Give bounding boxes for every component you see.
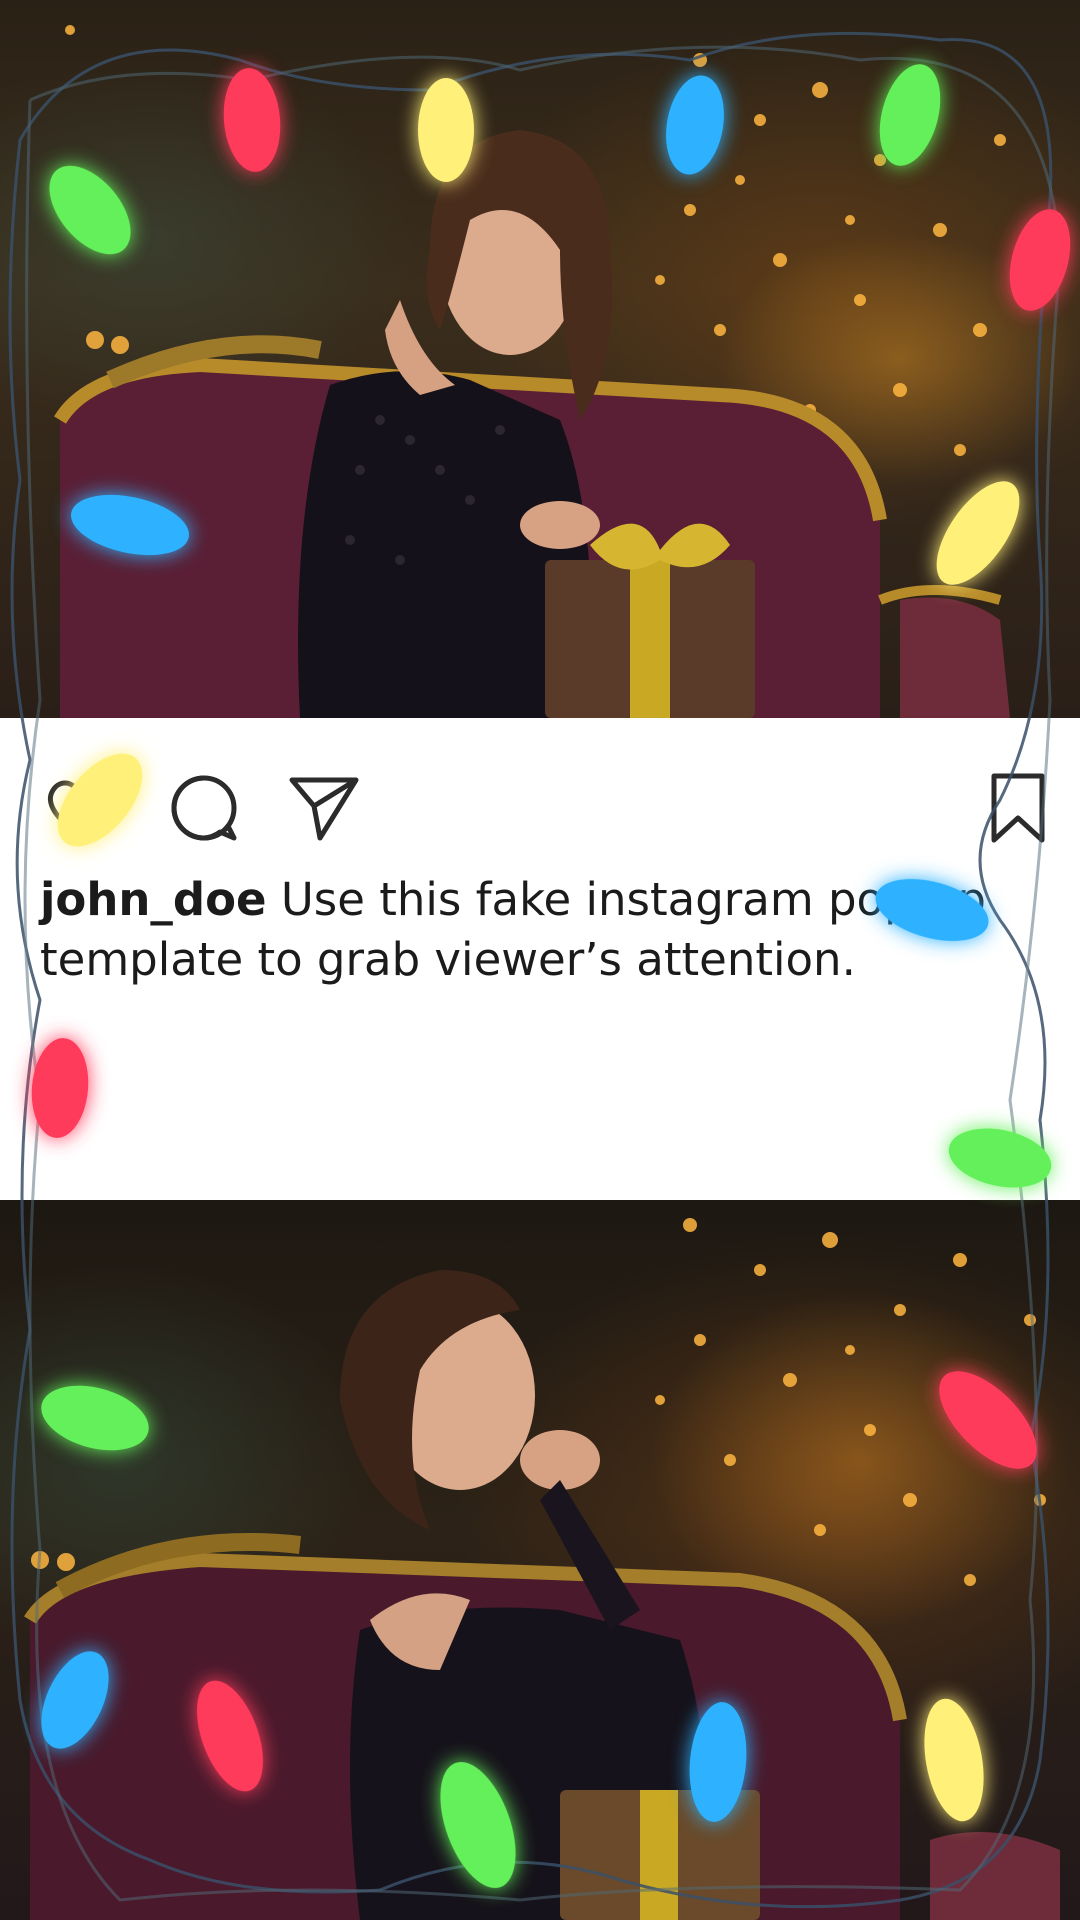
woman-opening-gift-illustration <box>54 25 1046 718</box>
save-button[interactable] <box>980 770 1056 846</box>
like-button[interactable] <box>40 770 116 846</box>
woman-smiling-illustration <box>24 1218 1060 1920</box>
post-caption: john_doe Use this fake instagram pop-up … <box>40 870 1030 990</box>
heart-icon <box>47 780 109 837</box>
top-photo <box>0 0 1080 718</box>
comment-button[interactable] <box>166 770 242 846</box>
bookmark-icon <box>991 773 1045 843</box>
fake-instagram-post: john_doe Use this fake instagram pop-up … <box>0 0 1080 1920</box>
username-link[interactable]: john_doe <box>40 873 267 926</box>
comment-icon <box>171 775 237 841</box>
bottom-photo <box>0 1200 1080 1920</box>
share-button[interactable] <box>286 770 362 846</box>
send-icon <box>289 777 359 841</box>
